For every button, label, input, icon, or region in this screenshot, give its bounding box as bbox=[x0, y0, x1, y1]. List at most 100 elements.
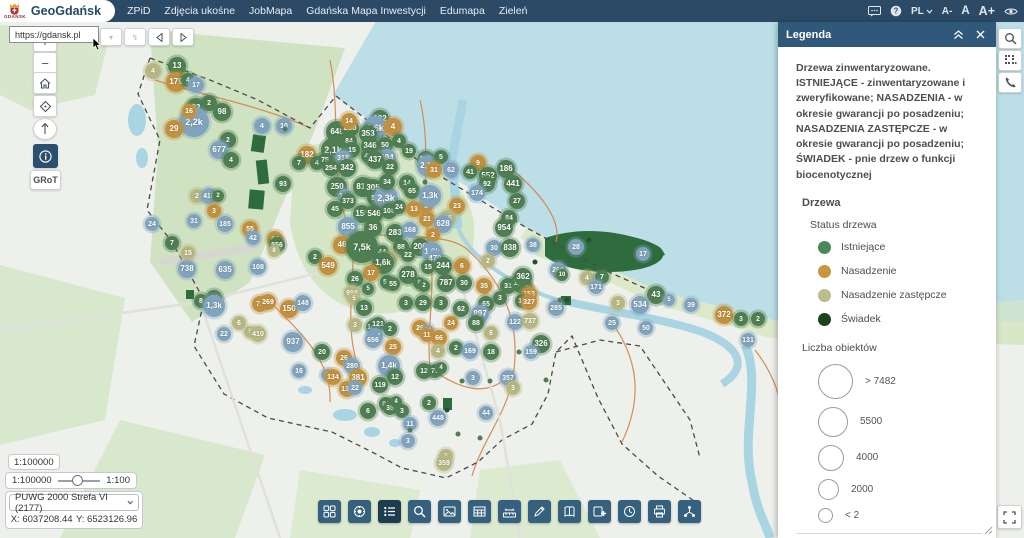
info-button-active[interactable] bbox=[33, 144, 58, 168]
zoom-out-button[interactable]: − bbox=[33, 52, 57, 74]
tree-cluster[interactable]: 8 bbox=[268, 245, 280, 257]
close-icon[interactable] bbox=[972, 27, 988, 43]
tree-cluster[interactable]: 174 bbox=[469, 185, 485, 201]
locate-button[interactable] bbox=[33, 95, 57, 117]
language-select[interactable]: PL bbox=[911, 6, 933, 17]
tree-point[interactable] bbox=[455, 431, 461, 437]
brand-logo[interactable]: GDAŃSK GeoGdańsk bbox=[0, 0, 116, 22]
tree-cluster[interactable]: 3 bbox=[399, 296, 413, 310]
tree-cluster[interactable]: 12 bbox=[387, 369, 403, 385]
tree-cluster[interactable]: 4 bbox=[145, 63, 161, 79]
media-tool-button[interactable] bbox=[438, 500, 461, 523]
fullscreen-button[interactable] bbox=[997, 505, 1022, 529]
tree-cluster[interactable]: 2 bbox=[212, 190, 224, 202]
tree-cluster[interactable]: 14 bbox=[341, 113, 357, 129]
basemap-tool-button[interactable] bbox=[318, 500, 341, 523]
tree-cluster[interactable]: 1,3k bbox=[419, 185, 441, 207]
tree-cluster[interactable]: 3 bbox=[734, 312, 748, 326]
tree-cluster[interactable]: 10 bbox=[556, 269, 568, 281]
tree-cluster[interactable]: 6 bbox=[484, 326, 498, 340]
tree-point[interactable] bbox=[282, 126, 288, 132]
tree-point[interactable] bbox=[422, 179, 428, 185]
tree-cluster[interactable]: 656 bbox=[365, 332, 381, 348]
tree-point[interactable] bbox=[532, 259, 538, 265]
swipe-tool-button[interactable] bbox=[558, 500, 581, 523]
tree-cluster[interactable]: 2 bbox=[422, 396, 436, 410]
font-normal-button[interactable]: A bbox=[961, 5, 969, 17]
tree-cluster[interactable]: 39 bbox=[684, 298, 698, 312]
tree-cluster[interactable]: 108 bbox=[250, 259, 266, 275]
tree-cluster[interactable]: 549 bbox=[319, 257, 337, 275]
tree-cluster[interactable]: 21 bbox=[419, 211, 435, 227]
tree-point[interactable] bbox=[433, 303, 439, 309]
scale-select[interactable]: 1:100000 bbox=[8, 454, 60, 470]
tree-cluster[interactable]: 635 bbox=[216, 261, 234, 279]
tree-cluster[interactable]: 3 bbox=[611, 296, 625, 310]
home-button[interactable] bbox=[33, 72, 57, 94]
tree-cluster[interactable]: 134 bbox=[325, 369, 341, 385]
tree-cluster[interactable]: 4 bbox=[254, 118, 270, 134]
share-tool-button[interactable] bbox=[678, 500, 701, 523]
tree-cluster[interactable]: 787 bbox=[437, 274, 455, 292]
tree-point[interactable] bbox=[557, 297, 563, 303]
tree-cluster[interactable]: 2 bbox=[449, 341, 463, 355]
history-tool-button[interactable] bbox=[618, 500, 641, 523]
nav-forward-button[interactable] bbox=[172, 28, 194, 46]
toolbar-extra-button-2[interactable]: ↯ bbox=[124, 28, 146, 46]
tree-cluster[interactable]: 3 bbox=[348, 318, 362, 332]
tree-cluster[interactable]: 29 bbox=[165, 120, 183, 138]
tree-cluster[interactable]: 131 bbox=[741, 333, 755, 347]
tree-cluster[interactable]: 738 bbox=[178, 260, 196, 278]
tree-cluster[interactable]: 93 bbox=[275, 176, 291, 192]
font-larger-button[interactable]: A+ bbox=[979, 4, 995, 18]
tree-cluster[interactable]: 372 bbox=[715, 306, 733, 324]
tree-cluster[interactable]: 342 bbox=[338, 159, 356, 177]
add-data-tool-button[interactable] bbox=[588, 500, 611, 523]
tree-cluster[interactable]: 4 bbox=[435, 362, 447, 374]
tree-cluster[interactable]: 17 bbox=[188, 77, 204, 93]
tree-cluster[interactable]: 185 bbox=[217, 216, 233, 232]
tree-cluster[interactable]: 29 bbox=[415, 295, 431, 311]
tree-cluster[interactable]: 45 bbox=[327, 201, 343, 217]
tree-point[interactable] bbox=[516, 349, 522, 355]
tree-point[interactable] bbox=[477, 435, 483, 441]
tree-cluster[interactable]: 44 bbox=[479, 406, 493, 420]
tree-cluster[interactable]: 13 bbox=[356, 300, 372, 316]
tree-point[interactable] bbox=[444, 407, 450, 413]
tree-cluster[interactable]: 534 bbox=[631, 296, 649, 314]
legend-tool-button[interactable] bbox=[378, 500, 401, 523]
tree-cluster[interactable]: 22 bbox=[217, 327, 231, 341]
tree-cluster[interactable]: 88 bbox=[468, 315, 484, 331]
tree-cluster[interactable]: 17 bbox=[636, 247, 650, 261]
tree-cluster[interactable]: 27 bbox=[509, 193, 525, 209]
tree-cluster[interactable]: 254 bbox=[323, 160, 339, 176]
toolbar-extra-button-1[interactable]: ▾ bbox=[100, 28, 122, 46]
tree-cluster[interactable]: 2 bbox=[383, 322, 397, 336]
menu-item-edumapa[interactable]: Edumapa bbox=[440, 5, 485, 17]
tree-point[interactable] bbox=[543, 377, 549, 383]
tree-cluster[interactable]: 16 bbox=[182, 104, 196, 118]
extent-tool-button[interactable] bbox=[348, 500, 371, 523]
legend-header[interactable]: Legenda bbox=[778, 22, 996, 47]
tree-cluster[interactable]: 148 bbox=[295, 295, 311, 311]
tree-cluster[interactable]: 5 bbox=[663, 294, 675, 306]
draw-tool-button[interactable] bbox=[528, 500, 551, 523]
tree-cluster[interactable]: 24 bbox=[444, 316, 458, 330]
tree-cluster[interactable]: 119 bbox=[372, 377, 388, 393]
tree-cluster[interactable]: 2 bbox=[426, 228, 440, 242]
tree-cluster[interactable]: 159 bbox=[524, 345, 538, 359]
tree-point[interactable] bbox=[407, 427, 413, 433]
tree-cluster[interactable]: 448 bbox=[430, 410, 446, 426]
tree-cluster[interactable]: 3 bbox=[207, 204, 221, 218]
tree-point[interactable] bbox=[327, 183, 333, 189]
panel-resize-handle[interactable] bbox=[984, 526, 993, 535]
tree-cluster[interactable]: 168 bbox=[402, 222, 418, 238]
tree-cluster[interactable]: 937 bbox=[283, 332, 303, 352]
tree-point[interactable] bbox=[586, 237, 592, 243]
tree-cluster[interactable]: 35 bbox=[476, 278, 492, 294]
tree-cluster[interactable]: 62 bbox=[443, 162, 459, 178]
tree-cluster[interactable]: 838 bbox=[501, 239, 519, 257]
menu-item-zdj-cia-uko-ne[interactable]: Zdjęcia ukośne bbox=[164, 5, 235, 17]
collapse-icon[interactable] bbox=[950, 27, 966, 43]
tree-cluster[interactable]: 327 bbox=[521, 294, 537, 310]
